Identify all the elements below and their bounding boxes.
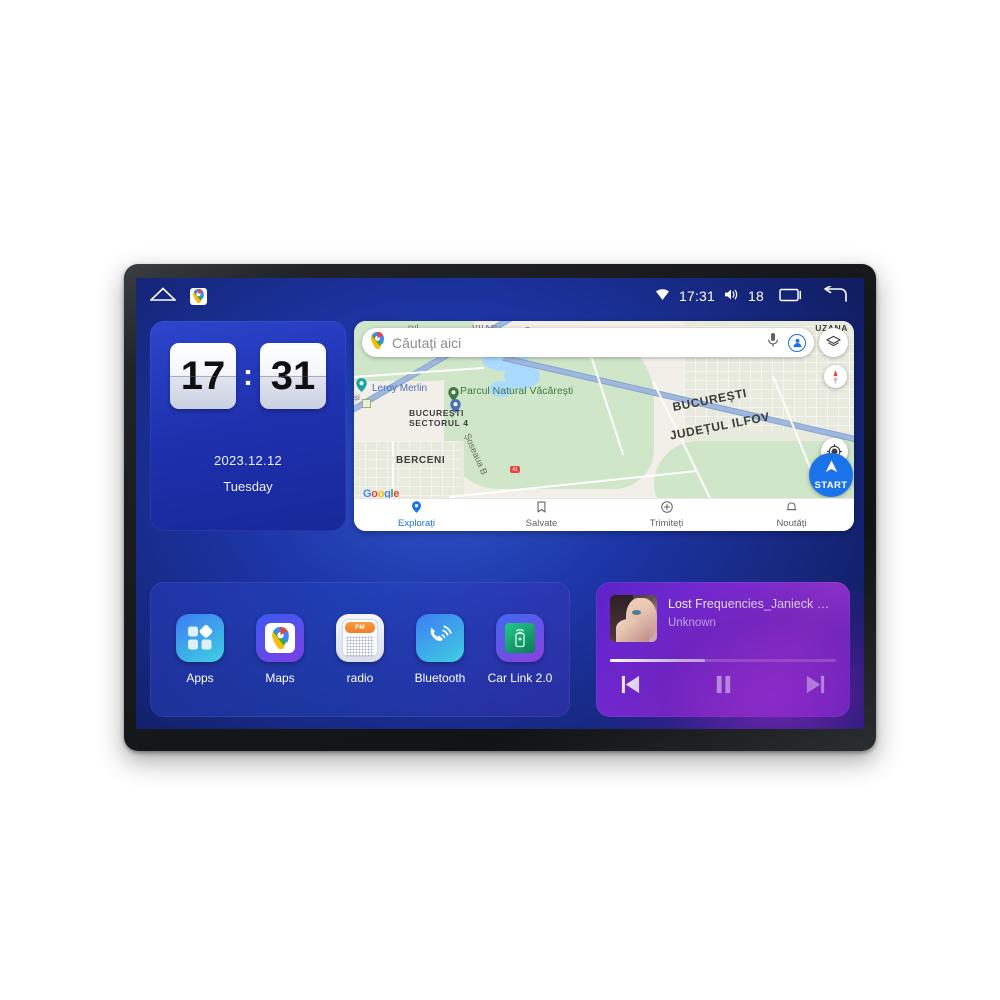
flip-clock: 17 : 31 — [150, 321, 346, 409]
map-poi-marker — [362, 399, 371, 408]
map-nav-updates[interactable]: Noutăți — [729, 499, 854, 531]
map-nav-explore[interactable]: Explorați — [354, 499, 479, 531]
music-track-artist: Unknown — [668, 617, 716, 629]
map-nav-contribute-label: Trimiteți — [649, 518, 684, 529]
app-item-maps[interactable]: Maps — [245, 614, 315, 685]
account-avatar-icon[interactable] — [788, 333, 806, 352]
clock-date: 2023.12.12 — [213, 453, 283, 468]
app-item-bluetooth[interactable]: Bluetooth — [405, 614, 475, 685]
app-label-apps: Apps — [186, 671, 214, 685]
google-maps-icon[interactable] — [190, 287, 207, 305]
status-bar-left — [150, 286, 207, 306]
map-bottom-nav: Explorați Salvate Trimiteți Noutăți — [354, 498, 854, 531]
map-layers-icon[interactable] — [819, 328, 848, 357]
navigation-start-label: START — [814, 480, 848, 491]
map-label-berceni: BERCENI — [396, 455, 446, 466]
map-nav-saved-label: Salvate — [525, 518, 558, 529]
car-link-icon — [496, 614, 544, 662]
status-time: 17:31 — [678, 288, 716, 304]
fm-radio-icon: FM — [336, 614, 384, 662]
map-nav-explore-label: Explorați — [398, 518, 435, 529]
bookmark-icon — [537, 501, 546, 516]
home-icon[interactable] — [150, 286, 176, 306]
clock-weekday: Tuesday — [223, 479, 273, 494]
status-bar-right: 17:31 18 — [655, 285, 848, 306]
next-track-icon[interactable] — [805, 674, 826, 695]
device-screen: 17:31 18 17: 31 2023.12.12 Tuesday 41 ș… — [136, 278, 864, 729]
navigation-start-button[interactable]: START — [809, 453, 853, 497]
map-pin-icon — [356, 378, 367, 392]
map-label-bucuresti-s4-a: BUCUREȘTI — [409, 408, 464, 418]
map-label-si: și — [354, 393, 360, 402]
fm-badge: FM — [345, 622, 375, 633]
pause-icon[interactable] — [713, 674, 734, 695]
app-label-carlink: Car Link 2.0 — [487, 671, 553, 685]
music-player-widget[interactable]: Lost Frequencies_Janieck Devy-... Unknow… — [596, 582, 850, 717]
music-track-title: Lost Frequencies_Janieck Devy-... — [668, 597, 836, 611]
app-label-bluetooth: Bluetooth — [414, 671, 466, 685]
app-item-radio[interactable]: FM radio — [325, 614, 395, 685]
wifi-icon — [655, 288, 670, 304]
store-pin-icon — [447, 384, 457, 397]
bluetooth-phone-icon — [416, 614, 464, 662]
volume-level: 18 — [748, 288, 764, 304]
app-label-maps: Maps — [265, 671, 295, 685]
map-search-bar[interactable]: Căutați aici — [362, 328, 814, 357]
map-search-input[interactable]: Căutați aici — [392, 335, 758, 351]
clock-colon: : — [243, 359, 253, 392]
microphone-icon[interactable] — [766, 332, 780, 353]
clock-hours: 17 — [170, 343, 236, 409]
music-progress-fill — [610, 659, 705, 662]
previous-track-icon[interactable] — [620, 674, 641, 695]
music-track-info: Lost Frequencies_Janieck Devy-... Unknow… — [610, 595, 836, 642]
map-nav-contribute[interactable]: Trimiteți — [604, 499, 729, 531]
app-dock: Apps Maps FM radio Bluetooth Car Link 2.… — [150, 582, 570, 717]
google-maps-icon — [371, 331, 384, 354]
back-icon[interactable] — [823, 285, 848, 306]
clock-minutes: 31 — [260, 343, 326, 409]
album-art — [610, 595, 657, 642]
map-label-parcul-vacaresti: Parcul Natural Văcărești — [460, 385, 574, 397]
map-label-leroy-merlin: Leroy Merlin — [372, 383, 428, 394]
compass-icon[interactable] — [824, 365, 847, 388]
apps-grid-icon — [176, 614, 224, 662]
app-label-radio: radio — [346, 671, 374, 685]
music-progress-bar[interactable] — [610, 659, 836, 662]
maps-widget[interactable]: 41 cul și VIIAN UZANA Splaiul Unirii Par… — [354, 321, 854, 531]
app-item-apps[interactable]: Apps — [165, 614, 235, 685]
highway-shield: 41 — [510, 466, 520, 473]
app-item-carlink[interactable]: Car Link 2.0 — [485, 614, 555, 685]
map-nav-updates-label: Noutăți — [776, 518, 807, 529]
plus-circle-icon — [660, 501, 673, 516]
recents-icon[interactable] — [779, 287, 802, 306]
clock-widget[interactable]: 17 : 31 2023.12.12 Tuesday — [150, 321, 346, 531]
head-unit-device-frame: 17:31 18 17: 31 2023.12.12 Tuesday 41 ș… — [124, 264, 876, 751]
music-controls — [610, 674, 836, 695]
map-nav-saved[interactable]: Salvate — [479, 499, 604, 531]
google-maps-icon — [256, 614, 304, 662]
status-bar: 17:31 18 — [136, 278, 864, 314]
bell-icon — [786, 501, 797, 516]
radio-speaker-grille — [346, 636, 374, 657]
volume-icon[interactable] — [724, 288, 739, 304]
map-label-sectorul-4: SECTORUL 4 — [409, 418, 469, 428]
navigation-arrow-icon — [824, 459, 839, 479]
location-pin-icon — [412, 501, 421, 516]
